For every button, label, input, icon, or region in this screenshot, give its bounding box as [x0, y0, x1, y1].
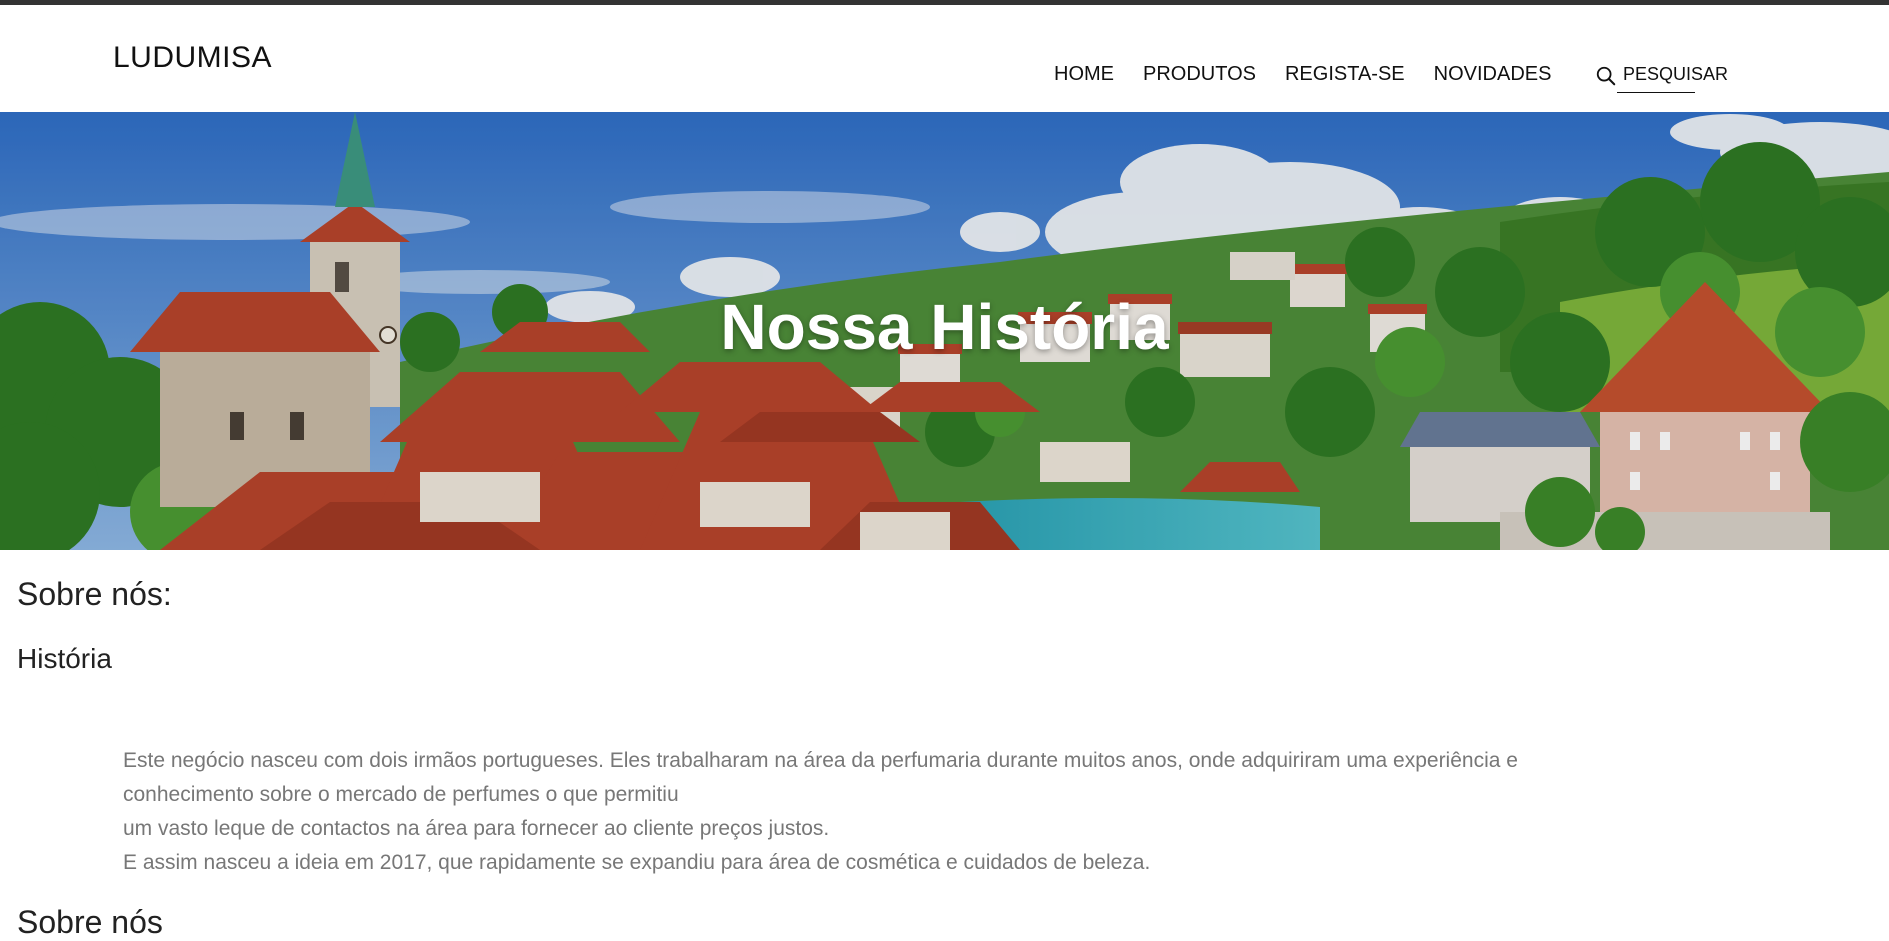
hero-banner: Nossa História — [0, 112, 1889, 550]
paragraph-line: conhecimento sobre o mercado de perfumes… — [123, 783, 679, 806]
paragraph-line: E assim nasceu a ideia em 2017, que rapi… — [123, 851, 1151, 874]
section-subheading: História — [17, 643, 112, 674]
search-label: PESQUISAR — [1623, 63, 1729, 84]
site-logo[interactable]: LUDUMISA — [113, 41, 272, 75]
nav-item-novidades[interactable]: NOVIDADES — [1434, 63, 1552, 86]
search-button[interactable]: PESQUISAR — [1595, 61, 1728, 87]
section-heading: Sobre nós: — [17, 576, 172, 612]
nav-item-registar[interactable]: REGISTA-SE — [1285, 63, 1405, 86]
paragraph-line: um vasto leque de contactos na área para… — [123, 817, 830, 840]
search-icon — [1596, 66, 1616, 86]
next-section-heading: Sobre nós — [17, 904, 163, 940]
nav-item-produtos[interactable]: PRODUTOS — [1143, 63, 1256, 86]
search-underline — [1617, 92, 1695, 93]
history-paragraph: Este negócio nasceu com dois irmãos port… — [123, 744, 1783, 880]
about-content: Sobre nós: História Este negócio nasceu … — [0, 550, 1889, 940]
nav-item-home[interactable]: HOME — [1054, 63, 1114, 86]
site-header: LUDUMISA HOME PRODUTOS REGISTA-SE NOVIDA… — [0, 5, 1889, 112]
main-nav: HOME PRODUTOS REGISTA-SE NOVIDADES — [1054, 63, 1580, 86]
paragraph-line: Este negócio nasceu com dois irmãos port… — [123, 749, 1518, 772]
hero-title: Nossa História — [720, 291, 1169, 363]
